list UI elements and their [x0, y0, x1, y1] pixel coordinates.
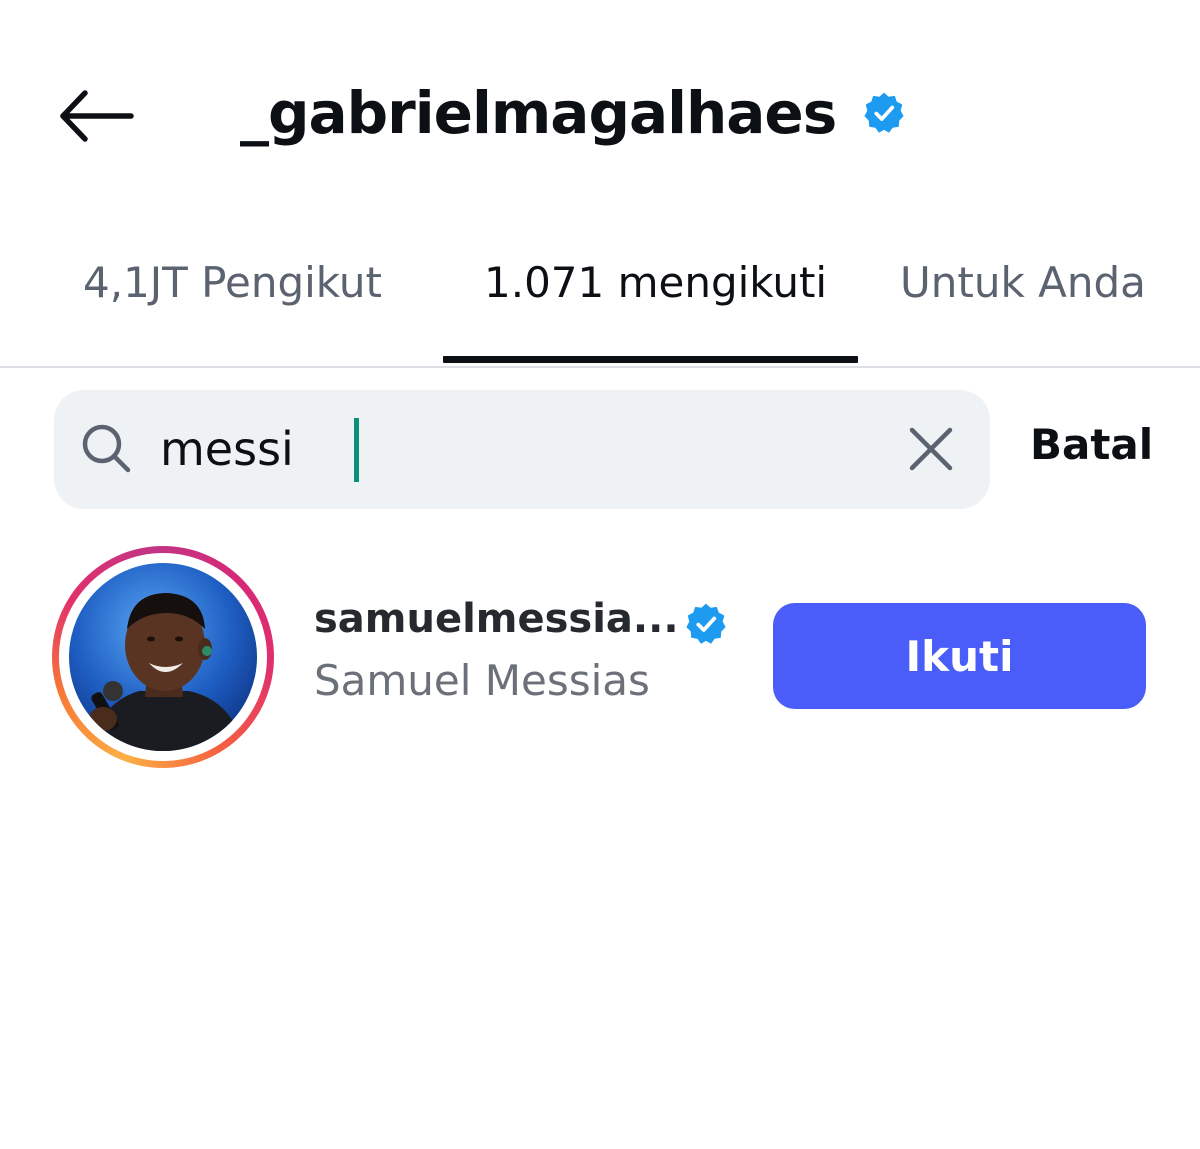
tab-for-you[interactable]: Untuk Anda [900, 258, 1146, 307]
back-button[interactable] [50, 78, 140, 148]
follow-tabs: 4,1JT Pengikut 1.071 mengikuti Untuk And… [0, 240, 1200, 368]
search-input[interactable] [160, 412, 860, 486]
verified-badge-icon [686, 603, 726, 644]
verified-badge-icon [862, 91, 906, 135]
list-item[interactable]: samuelmessia... Samuel Messias Ikuti [0, 540, 1200, 776]
result-full-name: Samuel Messias [314, 656, 650, 705]
close-icon[interactable] [902, 420, 960, 478]
tab-following[interactable]: 1.071 mengikuti [484, 258, 827, 307]
top-bar: _gabrielmagalhaes [0, 0, 1200, 230]
avatar-frame [59, 553, 267, 761]
result-username[interactable]: samuelmessia... [314, 596, 679, 642]
arrow-left-icon [60, 90, 134, 142]
follow-button[interactable]: Ikuti [773, 603, 1146, 709]
page-title: _gabrielmagalhaes [240, 79, 837, 147]
active-tab-indicator [443, 356, 858, 363]
tab-followers[interactable]: 4,1JT Pengikut [83, 258, 382, 307]
search-icon [82, 424, 131, 473]
cancel-button[interactable]: Batal [1030, 420, 1153, 469]
search-bar[interactable] [54, 390, 990, 509]
text-caret [354, 418, 359, 482]
story-ring[interactable] [52, 546, 274, 768]
profile-title: _gabrielmagalhaes [240, 70, 906, 156]
avatar [69, 563, 257, 751]
